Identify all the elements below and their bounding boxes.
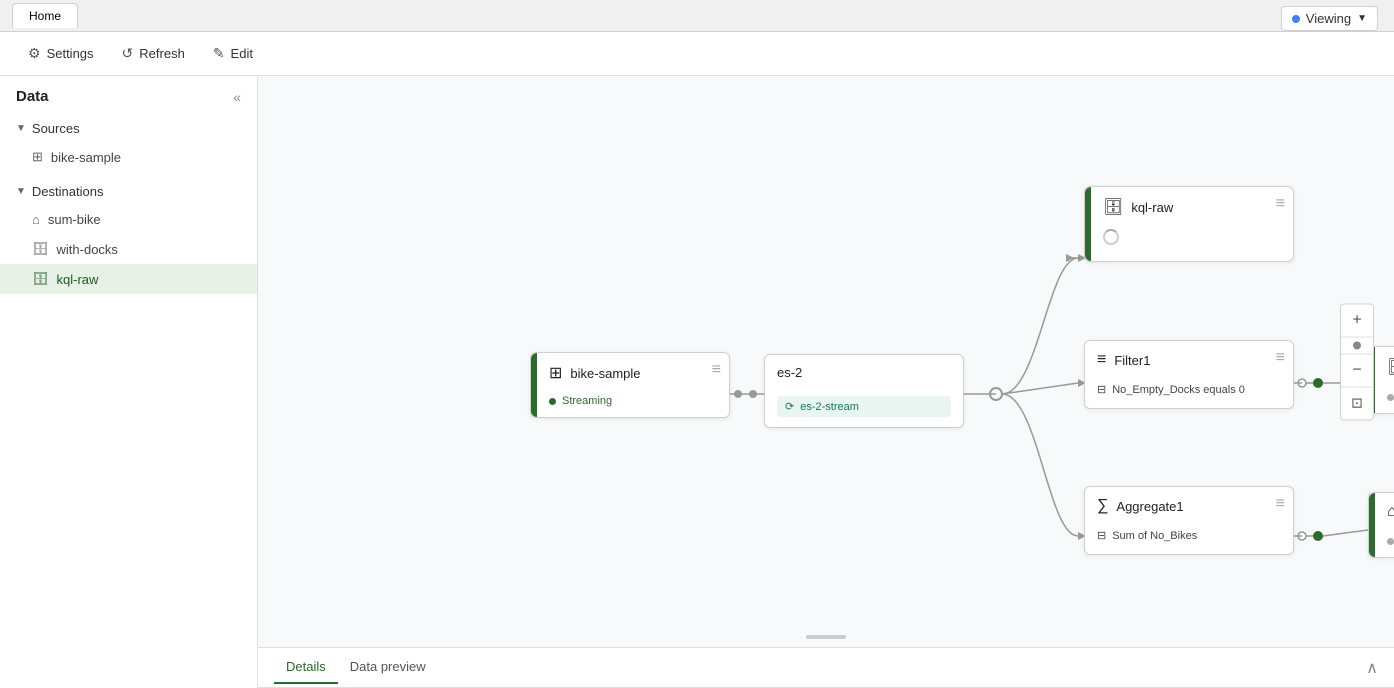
agg-menu-icon[interactable]: ≡	[1276, 495, 1285, 513]
canvas-area[interactable]: ⊞ bike-sample Streaming ≡ es-2	[258, 76, 1394, 647]
panel-collapse-icon[interactable]: ∧	[1366, 658, 1378, 678]
sidebar-header: Data «	[0, 76, 257, 113]
node-aggregate1[interactable]: ∑ Aggregate1 ⊟ Sum of No_Bikes ≡	[1084, 486, 1294, 555]
streaming-dot	[549, 398, 556, 405]
sumbike-bar	[1369, 493, 1375, 557]
es2-title: es-2	[777, 365, 802, 380]
canvas: ⊞ bike-sample Streaming ≡ es-2	[258, 76, 1394, 688]
viewing-badge[interactable]: Viewing ▼	[1281, 6, 1378, 31]
gear-icon: ⚙	[28, 45, 41, 62]
sumbike-status: Created	[1387, 535, 1394, 547]
toolbar: ⚙ Settings ↺ Refresh ✎ Edit	[0, 32, 1394, 76]
home-icon: ⌂	[32, 212, 40, 227]
agg-rule-icon: ⊟	[1097, 529, 1106, 542]
zoom-out-button[interactable]: −	[1341, 354, 1373, 386]
destinations-section-header[interactable]: ▼ Destinations	[0, 176, 257, 205]
node-es2[interactable]: es-2 ⟳ es-2-stream	[764, 354, 964, 428]
bottom-panel: Details Data preview ∧	[258, 647, 1394, 688]
source-bar	[531, 353, 537, 417]
sidebar-item-with-docks[interactable]: 🗄 with-docks	[0, 234, 257, 264]
tab-details[interactable]: Details	[274, 651, 338, 684]
tab-data-preview[interactable]: Data preview	[338, 651, 438, 684]
home-tab[interactable]: Home	[12, 3, 78, 28]
aggregate-title: Aggregate1	[1116, 499, 1183, 514]
filter-icon: ≡	[1097, 351, 1106, 369]
node-filter1[interactable]: ≡ Filter1 ⊟ No_Empty_Docks equals 0 ≡	[1084, 340, 1294, 409]
sidebar-item-kql-raw[interactable]: 🗄 kql-raw	[0, 264, 257, 294]
filter-title: Filter1	[1114, 353, 1150, 368]
rule-icon: ⊟	[1097, 383, 1106, 396]
zoom-controls: + − ⊡	[1340, 303, 1374, 420]
scroll-hint	[806, 635, 846, 639]
sumbike-dot	[1387, 538, 1394, 545]
sidebar-section-sources: ▼ Sources ⊞ bike-sample	[0, 113, 257, 172]
edit-icon: ✎	[213, 45, 225, 62]
edit-button[interactable]: ✎ Edit	[201, 39, 265, 68]
chevron-down-icon: ▼	[1357, 13, 1367, 24]
filter-rule: ⊟ No_Empty_Docks equals 0	[1097, 381, 1281, 398]
source-status: Streaming	[549, 395, 717, 407]
bottom-tabs: Details Data preview ∧	[258, 648, 1394, 688]
withdocks-status: Created	[1387, 391, 1394, 403]
bottom-tab-actions: ∧	[1366, 658, 1378, 678]
zoom-divider	[1341, 336, 1373, 337]
sidebar-item-bike-sample[interactable]: ⊞ bike-sample	[0, 142, 257, 172]
sumbike-icon: ⌂	[1387, 503, 1394, 521]
zoom-fit-button[interactable]: ⊡	[1341, 387, 1373, 419]
kql-title: kql-raw	[1131, 200, 1173, 215]
tab-bar: Home Viewing ▼	[0, 0, 1394, 32]
loading-spinner	[1103, 229, 1119, 245]
sigma-icon: ∑	[1097, 497, 1108, 515]
viewing-label: Viewing	[1306, 11, 1351, 26]
node-sum-bike[interactable]: ⌂ sum-bike Created ≡ ✦	[1368, 492, 1394, 558]
viewing-dot	[1292, 15, 1300, 23]
sources-section-header[interactable]: ▼ Sources	[0, 113, 257, 142]
sources-chevron-icon: ▼	[16, 123, 26, 134]
refresh-button[interactable]: ↺ Refresh	[110, 39, 197, 68]
node-menu-icon[interactable]: ≡	[712, 361, 721, 379]
database-active-icon: 🗄	[32, 271, 49, 287]
table-node-icon: ⊞	[549, 363, 562, 383]
refresh-icon: ↺	[122, 45, 134, 62]
table-icon: ⊞	[32, 149, 43, 165]
withdocks-icon: 🗄	[1387, 357, 1394, 377]
node-kql-raw[interactable]: 🗄 kql-raw ≡	[1084, 186, 1294, 262]
sidebar-section-destinations: ▼ Destinations ⌂ sum-bike 🗄 with-docks 🗄…	[0, 176, 257, 294]
sidebar-collapse-button[interactable]: «	[233, 89, 241, 105]
bike-sample-title: bike-sample	[570, 366, 640, 381]
stream-icon: ⟳	[785, 400, 794, 413]
zoom-in-button[interactable]: +	[1341, 304, 1373, 336]
database-icon: 🗄	[32, 241, 49, 257]
sidebar-item-sum-bike[interactable]: ⌂ sum-bike	[0, 205, 257, 234]
sidebar-title: Data	[16, 88, 49, 105]
sidebar: Data « ▼ Sources ⊞ bike-sample ▼ Destina…	[0, 76, 258, 688]
zoom-position-indicator	[1353, 341, 1361, 349]
main-layout: Data « ▼ Sources ⊞ bike-sample ▼ Destina…	[0, 76, 1394, 688]
kql-bar	[1085, 187, 1091, 261]
filter-menu-icon[interactable]: ≡	[1276, 349, 1285, 367]
kql-menu-icon[interactable]: ≡	[1276, 195, 1285, 213]
destinations-chevron-icon: ▼	[16, 186, 26, 197]
withdocks-dot	[1387, 394, 1394, 401]
kql-icon: 🗄	[1103, 197, 1123, 217]
settings-button[interactable]: ⚙ Settings	[16, 39, 106, 68]
node-bike-sample[interactable]: ⊞ bike-sample Streaming ≡	[530, 352, 730, 418]
agg-rule: ⊟ Sum of No_Bikes	[1097, 527, 1281, 544]
es2-stream: ⟳ es-2-stream	[777, 396, 951, 417]
